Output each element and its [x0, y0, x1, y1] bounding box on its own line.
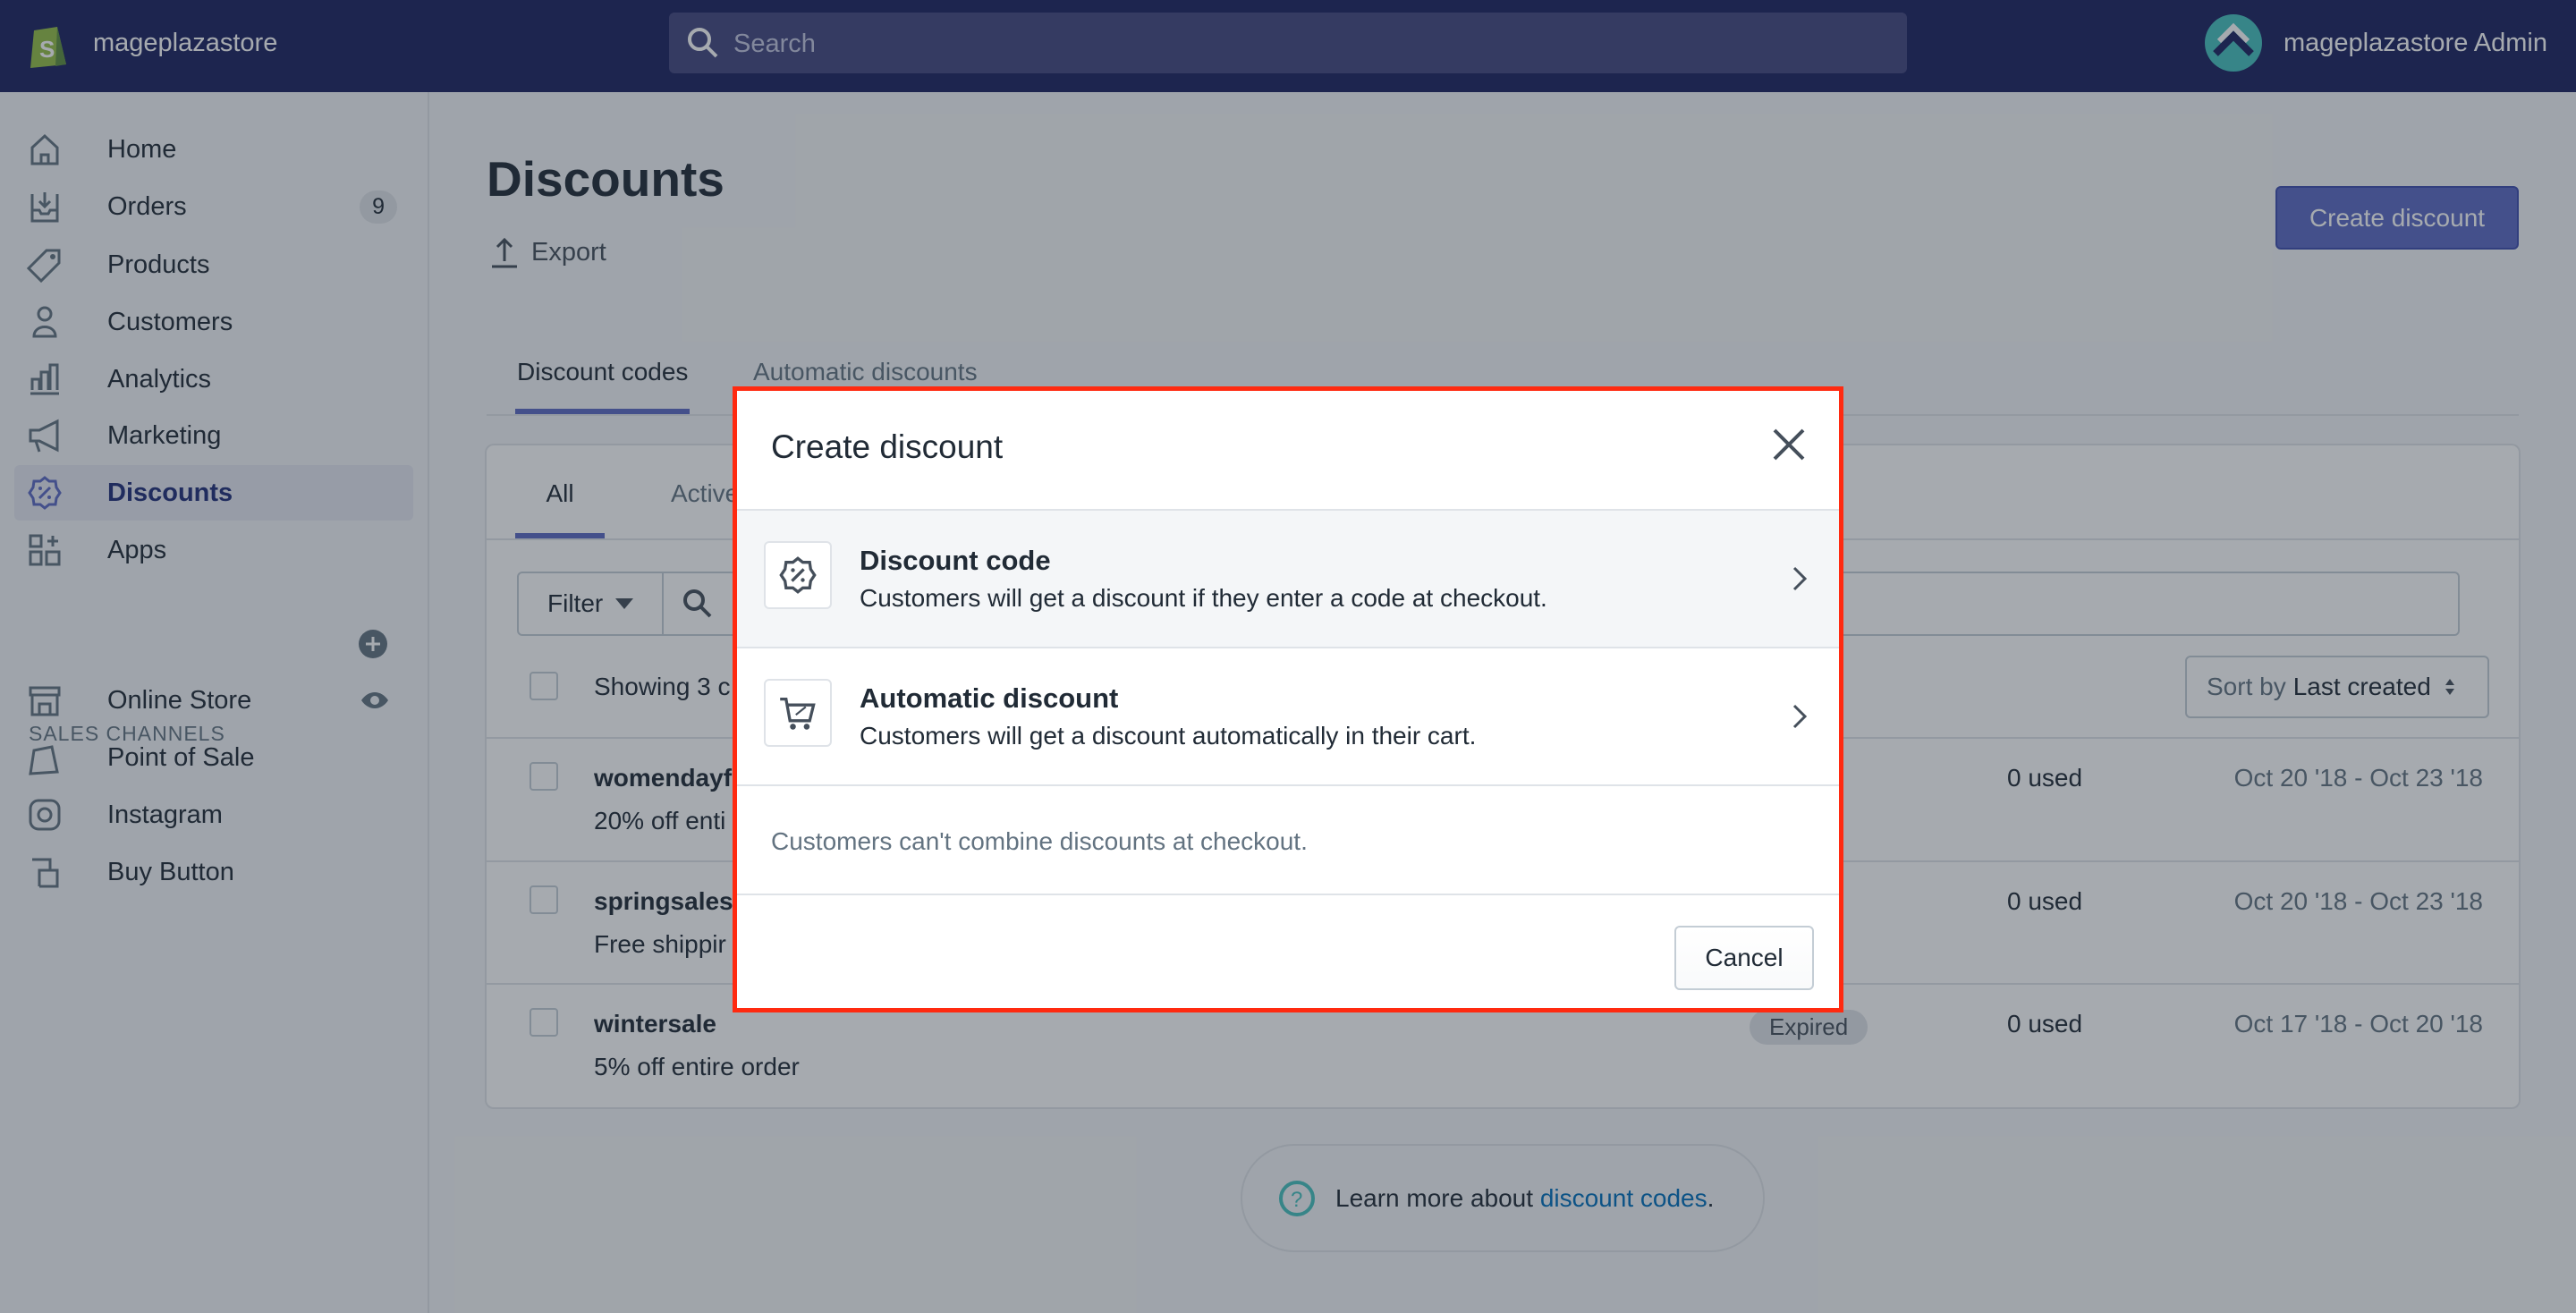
create-discount-modal: Create discount Discount code Customers … [733, 386, 1843, 1012]
modal-header: Create discount [737, 391, 1839, 511]
option-description: Customers will get a discount if they en… [860, 584, 1547, 612]
close-icon[interactable] [1771, 427, 1807, 462]
option-title: Automatic discount [860, 682, 1119, 714]
discount-icon [764, 541, 832, 609]
option-description: Customers will get a discount automatica… [860, 722, 1477, 750]
cancel-button[interactable]: Cancel [1674, 926, 1814, 990]
option-title: Discount code [860, 545, 1051, 576]
chevron-right-icon [1792, 566, 1808, 591]
combine-note: Customers can't combine discounts at che… [771, 827, 1308, 855]
modal-title: Create discount [771, 428, 1004, 465]
chevron-right-icon [1792, 704, 1808, 729]
modal-footer: Cancel [737, 894, 1839, 1008]
discount-code-option[interactable]: Discount code Customers will get a disco… [737, 511, 1839, 648]
automatic-discount-option[interactable]: Automatic discount Customers will get a … [737, 648, 1839, 786]
cart-discount-icon [764, 679, 832, 747]
